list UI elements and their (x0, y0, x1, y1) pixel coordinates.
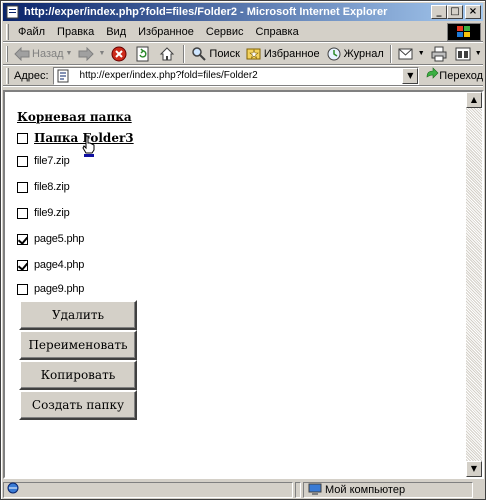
file-checkbox[interactable] (17, 233, 28, 245)
home-button[interactable] (156, 44, 180, 64)
toolbar-separator (183, 44, 186, 63)
go-button[interactable]: Переход (425, 67, 483, 84)
ie-status-icon (6, 481, 20, 498)
minimize-button[interactable]: _ (431, 5, 447, 19)
edit-icon (455, 46, 471, 62)
status-zone: Мой компьютер (303, 481, 473, 498)
file-row: page4.php (17, 252, 137, 278)
toolbar-grip[interactable] (6, 67, 9, 84)
file-row: file8.zip (17, 174, 137, 200)
title-bar[interactable]: http://exper/index.php?fold=files/Folder… (3, 3, 483, 21)
menu-file[interactable]: Файл (12, 26, 51, 38)
file-row: page5.php (17, 226, 137, 252)
vertical-scrollbar[interactable]: ▲ ▼ (466, 92, 482, 477)
menu-edit[interactable]: Правка (51, 26, 100, 38)
action-buttons: Удалить Переименовать Копировать Создать… (19, 300, 137, 420)
stop-button[interactable] (108, 44, 132, 64)
zone-label: Мой компьютер (325, 483, 406, 496)
print-button[interactable] (428, 44, 452, 64)
favorites-icon (246, 46, 262, 62)
favorites-button[interactable]: Избранное (243, 44, 323, 64)
file-name: file7.zip (34, 155, 70, 167)
address-dropdown-button[interactable]: ▼ (402, 67, 419, 84)
file-name: file8.zip (34, 181, 70, 193)
scroll-up-button[interactable]: ▲ (466, 92, 482, 108)
delete-button[interactable]: Удалить (19, 300, 137, 330)
maximize-button[interactable]: □ (447, 5, 463, 19)
menu-favorites[interactable]: Избранное (132, 26, 200, 38)
page-icon (56, 69, 72, 83)
search-button[interactable]: Поиск (188, 44, 242, 64)
create-folder-button[interactable]: Создать папку (19, 390, 137, 420)
folder-checkbox[interactable] (17, 132, 28, 144)
search-icon (191, 46, 207, 62)
printer-icon (431, 46, 447, 62)
chevron-down-icon[interactable]: ▼ (418, 50, 425, 57)
ie-window: http://exper/index.php?fold=files/Folder… (0, 0, 486, 500)
address-box[interactable]: ▼ (52, 66, 420, 85)
computer-icon (308, 483, 322, 496)
status-bar: Мой компьютер (3, 481, 483, 498)
refresh-button[interactable] (132, 44, 156, 64)
mail-icon (398, 46, 414, 62)
back-button[interactable]: Назад ▼ (11, 44, 75, 64)
file-checkbox[interactable] (17, 181, 28, 193)
file-row: page9.php (17, 278, 137, 300)
menu-bar: Файл Правка Вид Избранное Сервис Справка (3, 22, 483, 42)
back-label: Назад (32, 47, 64, 60)
ie-page-icon (5, 4, 21, 20)
journal-label: Журнал (343, 47, 384, 60)
chevron-down-icon[interactable]: ▼ (66, 50, 73, 57)
file-name: page9.php (34, 283, 85, 295)
file-row: file7.zip (17, 148, 137, 174)
file-name: page4.php (34, 259, 85, 271)
stop-icon (111, 46, 127, 62)
edit-button[interactable]: ▼ (452, 44, 485, 64)
standard-toolbar: Назад ▼ ▼ Поиск Избранное Журнал ▼ ▼ (3, 43, 483, 65)
scroll-down-button[interactable]: ▼ (466, 461, 482, 477)
toolbar-grip[interactable] (6, 45, 8, 62)
address-input[interactable] (73, 70, 404, 81)
close-button[interactable]: × (465, 5, 481, 19)
chevron-down-icon[interactable]: ▼ (475, 50, 482, 57)
status-progress (295, 481, 301, 498)
journal-button[interactable]: Журнал (323, 44, 387, 64)
forward-button[interactable]: ▼ (75, 44, 108, 64)
toolbar-separator (389, 44, 392, 63)
file-row: file9.zip (17, 200, 137, 226)
root-folder-link[interactable]: Корневая папка (17, 110, 132, 124)
file-name: page5.php (34, 233, 85, 245)
home-icon (159, 46, 175, 62)
address-bar: Адрес: ▼ Переход (3, 66, 483, 86)
hand-cursor-icon (81, 135, 97, 160)
chevron-down-icon[interactable]: ▼ (98, 50, 105, 57)
file-name: file9.zip (34, 207, 70, 219)
rename-button[interactable]: Переименовать (19, 330, 137, 360)
favorites-label: Избранное (263, 47, 320, 60)
back-arrow-icon (14, 46, 30, 62)
file-checkbox[interactable] (17, 283, 28, 295)
refresh-icon (135, 46, 151, 62)
windows-logo-icon (447, 23, 481, 41)
history-icon (326, 46, 342, 62)
copy-button[interactable]: Копировать (19, 360, 137, 390)
mail-button[interactable]: ▼ (395, 44, 428, 64)
go-label: Переход (439, 69, 483, 82)
page-content: Корневая папка Папка Folder3 file7.zip f… (3, 90, 484, 479)
file-checkbox[interactable] (17, 207, 28, 219)
file-manager-page: Корневая папка Папка Folder3 file7.zip f… (17, 106, 137, 420)
toolbar-grip[interactable] (6, 23, 9, 40)
menu-tools[interactable]: Сервис (200, 26, 250, 38)
forward-arrow-icon (78, 46, 95, 62)
file-checkbox[interactable] (17, 155, 28, 167)
address-label: Адрес: (14, 69, 49, 82)
go-arrow-icon (425, 67, 439, 84)
menu-help[interactable]: Справка (250, 26, 305, 38)
status-main (3, 481, 293, 498)
menu-view[interactable]: Вид (100, 26, 132, 38)
window-title: http://exper/index.php?fold=files/Folder… (24, 6, 388, 18)
file-checkbox[interactable] (17, 259, 28, 271)
search-label: Поиск (209, 47, 240, 60)
